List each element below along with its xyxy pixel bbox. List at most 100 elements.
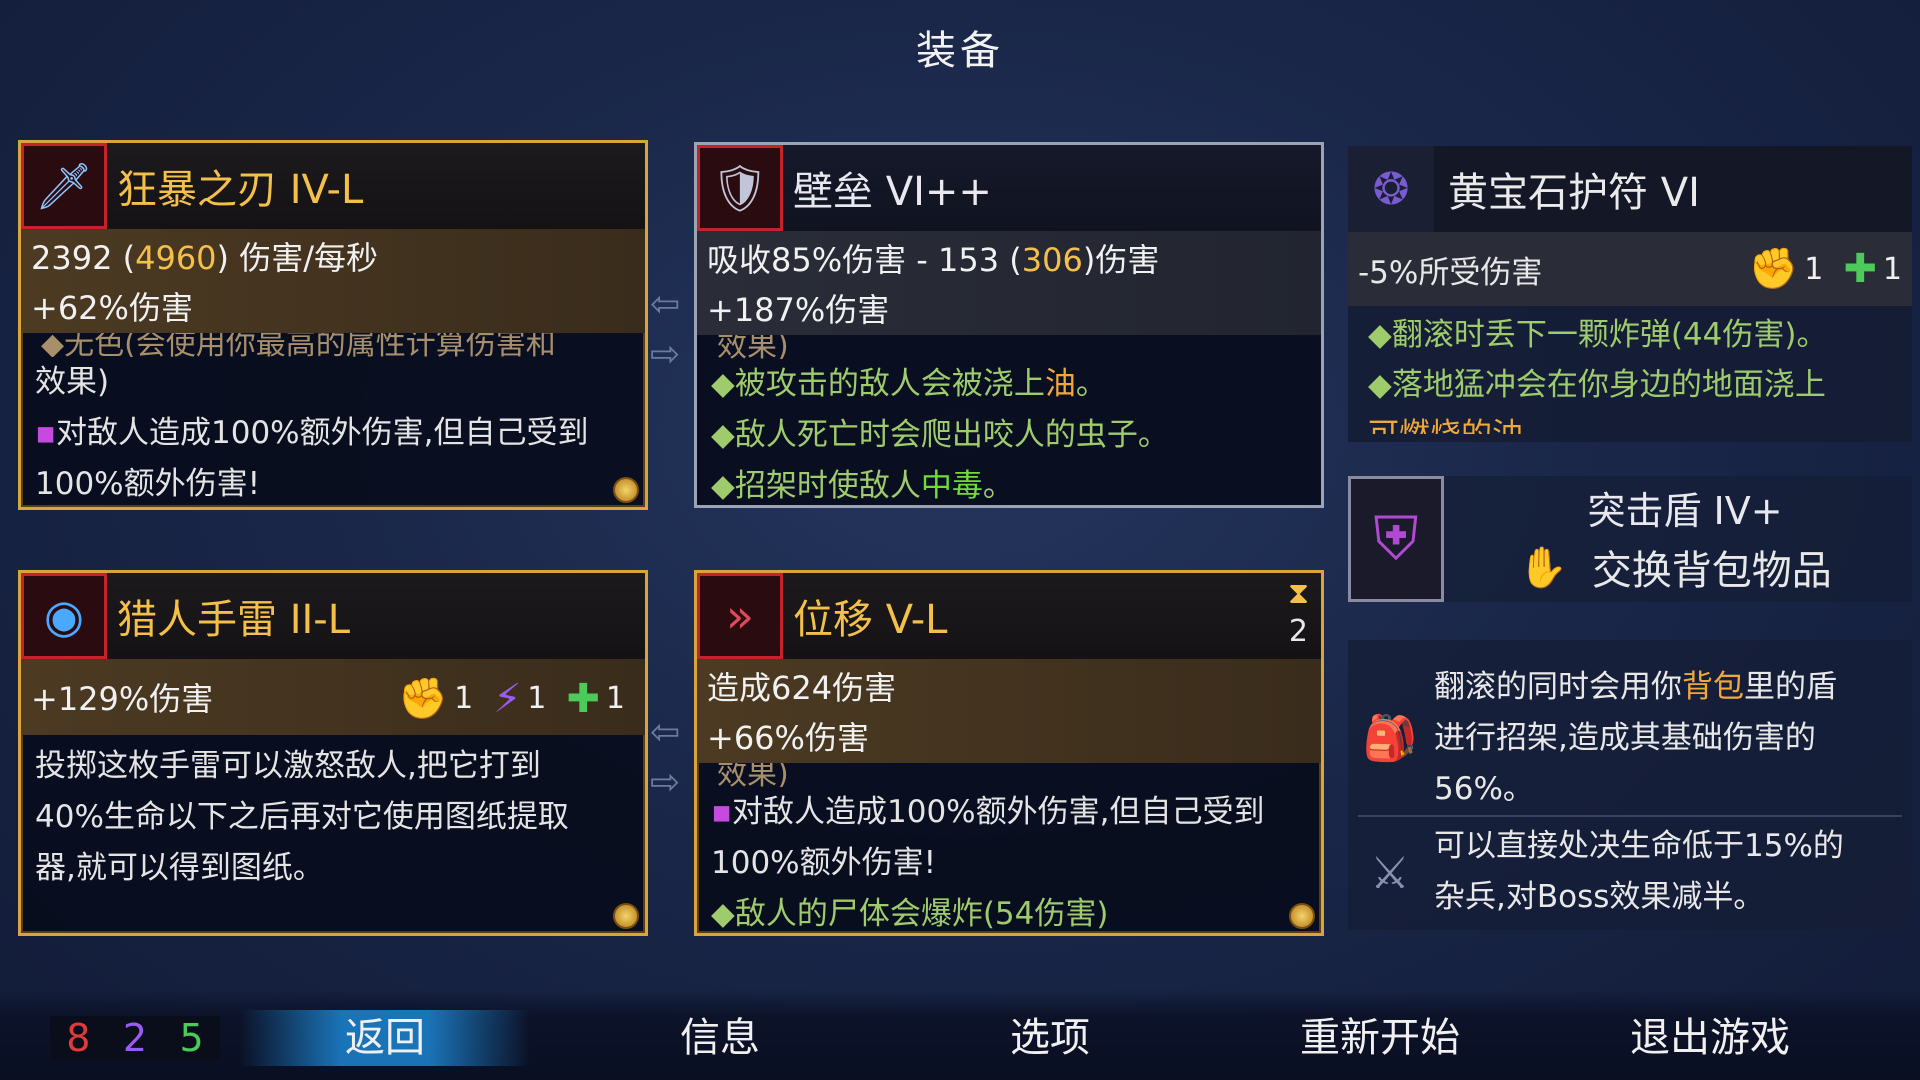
damage-bonus: +129%伤害	[31, 680, 214, 718]
weapon-card-2[interactable]: 🛡 壁垒 VI++ 吸收85%伤害 - 153 (306)伤害 +187%伤害 …	[694, 142, 1324, 508]
desc-text: 。	[982, 468, 1014, 504]
desc-line: ◆招架时使敌人中毒。	[711, 461, 1307, 505]
desc-line: ▪对敌人造成100%额外伤害,但自己受到	[35, 408, 631, 459]
poison-keyword: 中毒	[920, 468, 983, 504]
survival-scroll-icon: ✚	[566, 676, 600, 722]
execute-icon: ⚔	[1370, 847, 1410, 899]
backpack-panel[interactable]: ⛨ 突击盾 IV+ ✋ 交换背包物品	[1348, 476, 1912, 602]
damage-bonus: +66%伤害	[707, 719, 869, 757]
desc-text: 对敌人造成100%额外伤害,但自己受到	[56, 415, 589, 451]
cut-description: ◆无色(会使用你最高的属性计算伤害和	[41, 333, 556, 357]
desc-line: 40%生命以下之后再对它使用图纸提取	[35, 799, 569, 835]
bullet-icon: ▪	[35, 415, 57, 451]
desc-line: 投掷这枚手雷可以激怒敌人,把它打到	[35, 748, 541, 784]
hand-icon: ✋	[1518, 544, 1568, 591]
skill-description: ▪对敌人造成100%额外伤害,但自己受到 100%额外伤害! ◆敌人的尸体会爆炸…	[697, 787, 1321, 933]
skill-name: 位移 V-L	[793, 597, 948, 643]
bullet-icon: ▪	[711, 794, 733, 830]
swap-arrows-icon[interactable]: ⇦ ⇨	[650, 708, 680, 808]
weapon-card-header: 🗡 狂暴之刃 IV-L	[21, 143, 645, 229]
mutation-item[interactable]: 🎒 翻滚的同时会用你背包里的盾 进行招架,造成其基础伤害的 56%。	[1348, 640, 1912, 815]
gold-ornament-icon	[1289, 903, 1315, 929]
scroll-count: 1	[1882, 251, 1902, 287]
desc-line: 翻滚的同时会用你背包里的盾	[1434, 662, 1837, 713]
mutation-item[interactable]: ⚔ 可以直接处决生命低于15%的 杂兵,对Boss效果减半。	[1348, 817, 1912, 923]
desc-text: 里的盾	[1744, 669, 1837, 705]
swap-arrows-icon[interactable]: ⇦ ⇨	[650, 280, 680, 380]
grenade-icon: ◉	[21, 573, 107, 659]
desc-text: ◆招架时使敌人	[711, 468, 921, 504]
options-button[interactable]: 选项	[970, 1010, 1130, 1066]
weapon-stats: 2392 (4960) 伤害/每秒 +62%伤害	[21, 229, 645, 333]
scroll-counters: 8 2 5	[50, 1016, 220, 1060]
absorb-label: 吸收85%伤害 - 153 (	[707, 241, 1022, 279]
desc-text: 对敌人造成100%额外伤害,但自己受到	[732, 794, 1265, 830]
restart-button[interactable]: 重新开始	[1270, 1010, 1490, 1066]
desc-line: 可以直接处决生命低于15%的	[1434, 828, 1844, 864]
damage-reduction: -5%所受伤害	[1358, 254, 1543, 291]
amulet-description: ◆翻滚时丢下一颗炸弹(44伤害)。 ◆落地猛冲会在你身边的地面浇上 可燃烧的油	[1348, 306, 1912, 438]
desc-line: 可燃烧的油	[1368, 410, 1892, 434]
brutality-scroll-icon: ✊	[1748, 246, 1799, 292]
weapon-card-header: 🛡 壁垒 VI++	[697, 145, 1321, 231]
blade-icon: 🗡	[21, 143, 107, 229]
dps-label: 2392 (	[31, 239, 136, 277]
desc-line: ◆被攻击的敌人会被浇上油。	[711, 359, 1307, 410]
desc-line: ◆落地猛冲会在你身边的地面浇上	[1368, 367, 1826, 403]
backpack-item-name: 突击盾 IV+	[1587, 489, 1783, 533]
amulet-stats: -5%所受伤害 ✊ 1 ✚ 1	[1348, 232, 1912, 306]
damage-bonus: +187%伤害	[707, 291, 890, 329]
weapon-name: 狂暴之刃 IV-L	[117, 167, 364, 213]
scroll-count: 1	[454, 681, 474, 716]
skill-stats: +129%伤害 ✊ 1 ⚡ 1 ✚ 1	[21, 659, 645, 735]
backpack-keyword: 背包	[1682, 669, 1744, 705]
swap-backpack-button[interactable]: ✋ 交换背包物品	[1518, 538, 1832, 596]
desc-line: 器,就可以得到图纸。	[35, 850, 324, 886]
survival-scroll-icon: ✚	[1843, 246, 1877, 292]
weapon-description: 效果) ▪对敌人造成100%额外伤害,但自己受到 100%额外伤害!	[21, 357, 645, 507]
charges-count: 2	[1288, 614, 1309, 649]
dps-crit-value: 4960	[135, 239, 217, 277]
dash-icon: »	[697, 573, 783, 659]
amulet-panel[interactable]: ❂ 黄宝石护符 VI -5%所受伤害 ✊ 1 ✚ 1 ◆翻滚时丢下一颗炸弹(44伤害…	[1348, 146, 1912, 442]
absorb-crit-value: 306	[1021, 241, 1083, 279]
scroll-stats: ✊ 1 ✚ 1	[1748, 244, 1902, 294]
damage-bonus: +62%伤害	[31, 289, 193, 327]
tactics-scroll-icon: ⚡	[493, 676, 522, 722]
oil-keyword: 油	[1044, 366, 1076, 402]
desc-line: 100%额外伤害!	[711, 845, 937, 881]
scroll-stats: ✊ 1 ⚡ 1 ✚ 1	[398, 674, 625, 724]
weapon-card-1[interactable]: 🗡 狂暴之刃 IV-L 2392 (4960) 伤害/每秒 +62%伤害 ◆无色…	[18, 140, 648, 510]
weapon-description: ◆被攻击的敌人会被浇上油。 ◆敌人死亡时会爬出咬人的虫子。 ◆招架时使敌人中毒。	[697, 359, 1321, 505]
skill-card-header: » 位移 V-L ⧗ 2	[697, 573, 1321, 659]
desc-text: 。	[1075, 366, 1107, 402]
desc-line: ▪对敌人造成100%额外伤害,但自己受到	[711, 787, 1307, 838]
swap-label: 交换背包物品	[1591, 548, 1832, 594]
desc-line: ◆敌人的尸体会爆炸(54伤害)	[711, 896, 1109, 932]
skill-card-2[interactable]: » 位移 V-L ⧗ 2 造成624伤害 +66%伤害 效果) ▪对敌人造成10…	[694, 570, 1324, 936]
gold-ornament-icon	[613, 903, 639, 929]
mutations-panel: 🎒 翻滚的同时会用你背包里的盾 进行招架,造成其基础伤害的 56%。 ⚔ 可以直…	[1348, 640, 1912, 930]
tactics-count: 2	[122, 1016, 148, 1060]
skill-card-1[interactable]: ◉ 猎人手雷 II-L +129%伤害 ✊ 1 ⚡ 1 ✚ 1 投掷这枚手雷可以激怒敌…	[18, 570, 648, 936]
brutality-scroll-icon: ✊	[398, 676, 449, 722]
scroll-count: 1	[1804, 251, 1824, 287]
skill-card-header: ◉ 猎人手雷 II-L	[21, 573, 645, 659]
brutality-count: 8	[66, 1016, 91, 1060]
info-button[interactable]: 信息	[640, 1010, 800, 1066]
quit-button[interactable]: 退出游戏	[1600, 1010, 1820, 1066]
desc-line: ◆敌人死亡时会爬出咬人的虫子。	[711, 417, 1169, 453]
scroll-count: 1	[605, 681, 625, 716]
cut-description: 效果)	[717, 335, 789, 359]
desc-line: 杂兵,对Boss效果减半。	[1434, 879, 1765, 915]
desc-line: 效果)	[35, 364, 110, 400]
back-button[interactable]: 返回	[240, 1010, 530, 1066]
damage-value: 造成624伤害	[707, 669, 897, 707]
backpack-item-icon: ⛨	[1348, 476, 1444, 602]
absorb-unit: )伤害	[1082, 241, 1160, 279]
mutation-text: 可以直接处决生命低于15%的 杂兵,对Boss效果减半。	[1434, 821, 1844, 923]
desc-line: 100%额外伤害!	[35, 466, 261, 502]
survival-count: 5	[179, 1016, 204, 1060]
weapon-name: 壁垒 VI++	[793, 169, 992, 215]
hourglass-icon: ⧗	[1287, 576, 1309, 611]
